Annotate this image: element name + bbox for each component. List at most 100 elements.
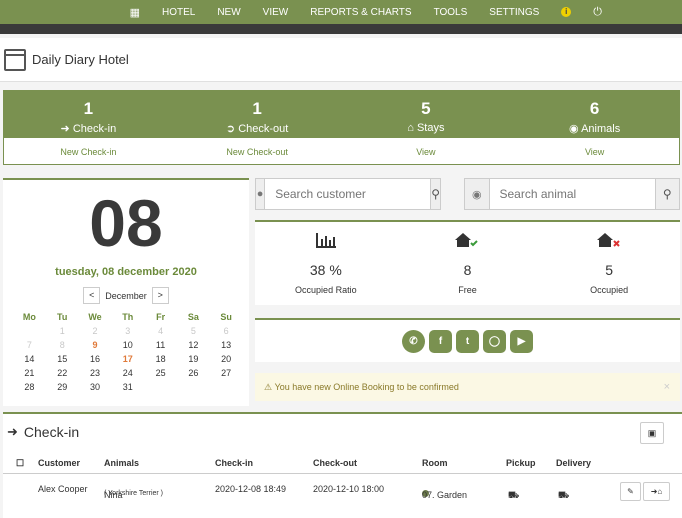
calendar-day[interactable] [144, 380, 177, 394]
facebook-icon[interactable]: f [429, 329, 452, 353]
animal-breed: ( Yorkshire Terrier ) [104, 490, 164, 497]
stat-number: 6 [589, 99, 600, 118]
stat-label: Check-in [72, 123, 117, 135]
table-row[interactable]: Alex Cooper Nina ( Yorkshire Terrier ) 2… [3, 478, 682, 500]
whatsapp-icon[interactable]: ✆ [402, 329, 425, 353]
nav-hotel[interactable]: HOTEL [162, 7, 195, 18]
calendar-day[interactable] [210, 380, 243, 394]
search-animal-input[interactable] [489, 179, 655, 209]
date-panel: 08 tuesday, 08 december 2020 < December … [3, 178, 249, 406]
youtube-icon[interactable]: ▶ [510, 329, 533, 353]
calendar-day[interactable]: 17 [111, 352, 144, 366]
stat-checkin: 1 ➜ Check-in [4, 91, 173, 138]
big-day-number: 08 [89, 186, 163, 260]
search-customer-group: ● ⚲ [255, 178, 441, 210]
search-customer-input[interactable] [265, 179, 431, 209]
calendar-day[interactable]: 30 [79, 380, 112, 394]
calendar-day[interactable]: 7 [13, 338, 46, 352]
dark-subbar [0, 24, 682, 34]
nav-view[interactable]: VIEW [263, 7, 289, 18]
instagram-icon[interactable]: ◯ [483, 329, 506, 353]
calendar-day[interactable]: 19 [177, 352, 210, 366]
calendar-day[interactable]: 4 [144, 324, 177, 338]
weekday-label: Su [220, 312, 232, 322]
checkout-button[interactable]: ➜⌂ [643, 482, 670, 501]
prev-month-button[interactable]: < [83, 287, 101, 304]
calendar-day[interactable]: 2 [79, 324, 112, 338]
user-icon: ● [256, 179, 266, 209]
calendar-day[interactable]: 9 [79, 338, 112, 352]
calendar-day[interactable]: 21 [13, 366, 46, 380]
stats-panel: 1 ➜ Check-in 1 ➲ Check-out 5 ⌂ Stays 6 ◉… [3, 90, 680, 165]
calendar-day[interactable]: 13 [210, 338, 243, 352]
edit-button[interactable]: ✎ [620, 482, 641, 501]
page-title: Daily Diary Hotel [32, 52, 129, 67]
grid-icon[interactable]: ▦ [130, 6, 140, 19]
calendar-day[interactable]: 5 [177, 324, 210, 338]
checkbox-icon[interactable]: ☑ [558, 490, 566, 501]
calendar-day[interactable]: 11 [144, 338, 177, 352]
next-month-button[interactable]: > [151, 287, 169, 304]
calendar-day[interactable]: 8 [46, 338, 79, 352]
calendar-day[interactable]: 26 [177, 366, 210, 380]
view-animals-link[interactable]: View [510, 147, 679, 157]
stat-number: 5 [421, 99, 431, 118]
column-header: Check-out [313, 458, 358, 468]
stat-number: 1 [252, 99, 262, 118]
house-x-icon [538, 232, 680, 250]
occupancy-label: Occupied Ratio [295, 285, 357, 295]
new-checkout-link[interactable]: New Check-out [173, 147, 342, 157]
occupancy-label: Occupied [590, 285, 629, 295]
calendar-day[interactable]: 23 [79, 366, 112, 380]
stat-label: Stays [416, 122, 445, 134]
calendar-day[interactable]: 16 [79, 352, 112, 366]
month-name: December [105, 290, 147, 301]
nav-settings[interactable]: SETTINGS [489, 7, 539, 18]
arrow-home-icon: ➜⌂ [650, 487, 663, 496]
close-icon[interactable]: × [664, 381, 670, 393]
checkin-panel: ➜ Check-in ▣ ☐ Customer Animals Check-in… [3, 412, 682, 518]
calendar-day[interactable]: 3 [111, 324, 144, 338]
calendar-day[interactable]: 28 [13, 380, 46, 394]
calendar-day[interactable]: 25 [144, 366, 177, 380]
alert-text: You have new Online Booking to be confir… [274, 382, 459, 392]
weekday-label: Mo [22, 312, 36, 322]
column-header: Room [422, 458, 448, 468]
calendar-day[interactable]: 6 [210, 324, 243, 338]
view-stays-link[interactable]: View [342, 147, 511, 157]
checkbox-icon[interactable]: ☑ [508, 490, 516, 501]
search-icon[interactable]: ⚲ [430, 179, 440, 209]
calendar-day[interactable]: 24 [111, 366, 144, 380]
twitter-icon[interactable]: t [456, 329, 479, 353]
calendar-day[interactable] [177, 380, 210, 394]
calendar-day[interactable]: 14 [13, 352, 46, 366]
calendar-day[interactable]: 10 [111, 338, 144, 352]
info-icon[interactable]: i [561, 7, 572, 17]
column-header: Customer [38, 458, 81, 468]
calendar-day[interactable]: 29 [46, 380, 79, 394]
calendar-day[interactable]: 1 [46, 324, 79, 338]
calendar-day[interactable] [13, 324, 46, 338]
bar-chart-icon [255, 232, 397, 250]
free-rooms: 8 Free [397, 222, 539, 305]
calendar-day[interactable]: 31 [111, 380, 144, 394]
nav-reports[interactable]: REPORTS & CHARTS [310, 7, 411, 18]
expand-button[interactable]: ▣ [640, 422, 664, 444]
calendar-day[interactable]: 18 [144, 352, 177, 366]
calendar-day[interactable]: 27 [210, 366, 243, 380]
checkin-title: Check-in [23, 424, 80, 440]
calendar-icon [4, 48, 26, 71]
occupancy-value: 38 % [309, 262, 342, 278]
nav-new[interactable]: NEW [217, 7, 240, 18]
search-icon[interactable]: ⚲ [654, 179, 679, 209]
nav-tools[interactable]: TOOLS [434, 7, 468, 18]
calendar-day[interactable]: 20 [210, 352, 243, 366]
sign-in-icon: ➜ [7, 424, 18, 439]
customer-cell[interactable]: Alex Cooper [38, 484, 88, 494]
calendar-day[interactable]: 22 [46, 366, 79, 380]
power-icon[interactable]: ⏻ [593, 6, 602, 19]
new-checkin-link[interactable]: New Check-in [4, 147, 173, 157]
calendar-day[interactable]: 15 [46, 352, 79, 366]
animal-icon: ◉ [569, 123, 582, 135]
calendar-day[interactable]: 12 [177, 338, 210, 352]
